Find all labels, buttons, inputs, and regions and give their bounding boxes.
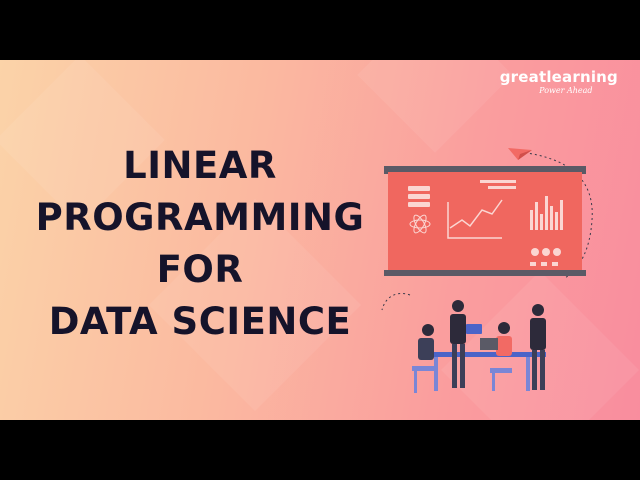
title-line-4: DATA SCIENCE (48, 300, 352, 343)
video-title: LINEAR PROGRAMMING FOR DATA SCIENCE (0, 140, 400, 348)
database-icon (408, 186, 430, 207)
greatlearning-logo: greatlearning Power Ahead (499, 68, 618, 96)
title-line-1: LINEAR (123, 144, 277, 187)
logo-brand-text: greatlearning (499, 68, 618, 86)
chair (490, 368, 512, 373)
title-line-3: FOR (156, 248, 244, 291)
dotted-path (381, 293, 411, 311)
table-top (418, 352, 546, 357)
title-line-2: PROGRAMMING (35, 196, 365, 239)
video-frame: greatlearning Power Ahead LINEAR PROGRAM… (0, 0, 640, 480)
board-bottom (384, 270, 586, 276)
person-standing-left (450, 300, 482, 388)
person-standing-right (530, 304, 546, 390)
paper-plane-icon (508, 148, 532, 160)
person-seated-laptop (480, 322, 512, 356)
bg-diamond (357, 60, 513, 153)
thumbnail-canvas: greatlearning Power Ahead LINEAR PROGRAM… (0, 60, 640, 420)
logo-tagline: Power Ahead (539, 86, 593, 95)
table-leg (434, 357, 438, 391)
team-presentation-illustration (381, 148, 593, 393)
table-leg (526, 357, 530, 391)
chair-leg (492, 373, 495, 391)
